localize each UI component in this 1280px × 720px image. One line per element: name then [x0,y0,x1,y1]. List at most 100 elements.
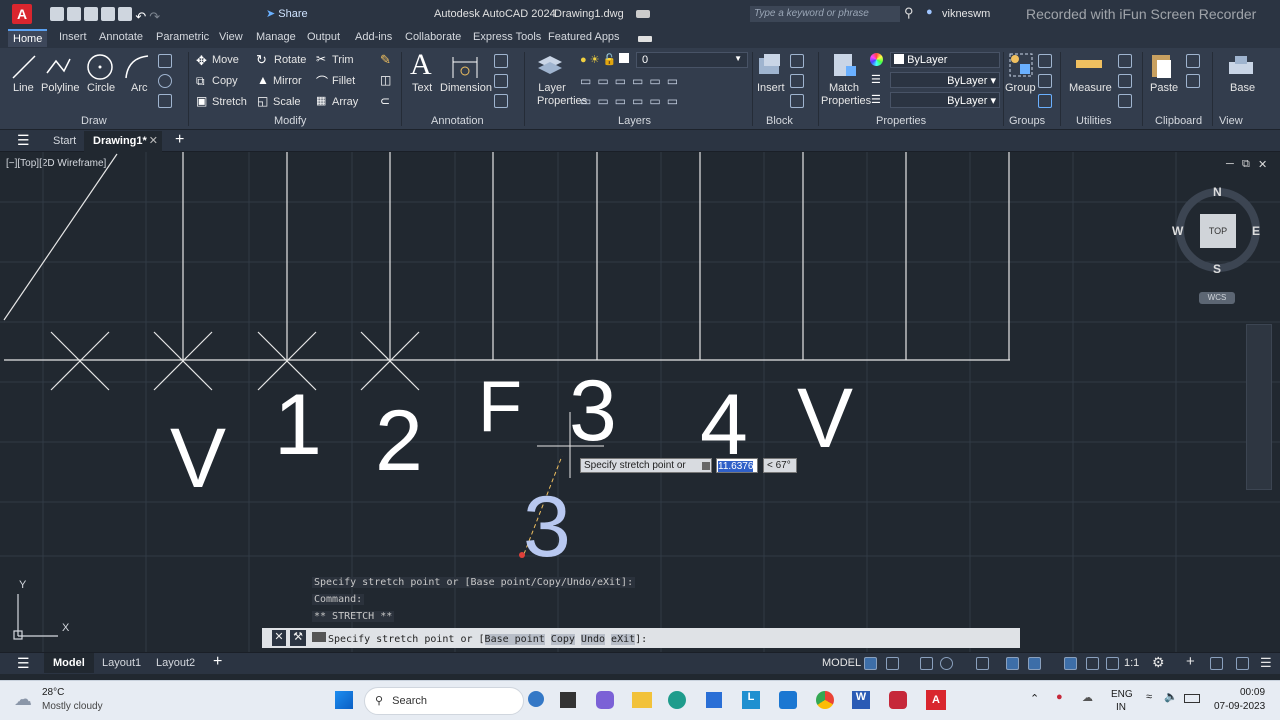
groups-panel-label[interactable]: Groups [1009,115,1045,127]
create-block-icon[interactable] [790,54,804,68]
option-base-point[interactable]: Base point [484,634,545,645]
circle-button[interactable]: Circle [87,82,115,94]
stretch-button[interactable]: Stretch [212,96,247,108]
workspace-gear-icon[interactable]: ⚙ [1152,654,1165,671]
word-icon[interactable]: W [852,691,870,709]
ortho-icon[interactable] [920,657,933,670]
cut-clip-icon[interactable] [1186,74,1200,88]
file-explorer-icon[interactable] [632,692,652,708]
redo-icon[interactable]: ↷ [149,9,160,24]
trim-button[interactable]: Trim [332,54,354,66]
tab-featured-apps[interactable]: Featured Apps [548,31,620,43]
edge-icon[interactable] [668,691,686,709]
plot-icon[interactable] [118,7,133,21]
linetype-dropdown[interactable]: ByLayer ▾ [890,72,1000,88]
tab-parametric[interactable]: Parametric [156,31,209,43]
layer-state-icons[interactable]: ● ☀ 🔓 [580,53,630,66]
navigation-bar[interactable] [1246,324,1272,490]
layer-dropdown[interactable]: 0 ▼ [636,52,748,68]
measure-button[interactable]: Measure [1069,82,1112,94]
paste-button[interactable]: Paste [1150,82,1178,94]
save-icon[interactable] [84,7,99,21]
grid-icon[interactable] [864,657,877,670]
color-dropdown[interactable]: ByLayer [890,52,1000,68]
volume-icon[interactable]: 🔈 [1164,690,1178,703]
recorder-icon[interactable] [889,691,907,709]
annotation-scale-dropdown[interactable]: 1:1 [1124,657,1139,669]
tab-home[interactable]: Home [8,29,48,47]
explode-icon[interactable]: ◫ [380,73,391,87]
edit-block-icon[interactable] [790,74,804,88]
group-select-icon[interactable] [1038,94,1052,108]
annotation-scale-icon[interactable] [1106,657,1119,670]
layer-properties-button[interactable]: Layer Properties [537,82,587,108]
weather-icon[interactable]: ☁ [14,689,32,710]
block-panel-label[interactable]: Block [766,115,793,127]
tab-layout1[interactable]: Layout1 [102,657,141,669]
user-name[interactable]: vikneswm [942,8,990,20]
open-icon[interactable] [67,7,82,21]
taskbar-search[interactable]: ⚲ Search [364,687,524,715]
start-icon[interactable] [335,691,353,709]
command-input[interactable]: Specify stretch point or [Base point Cop… [310,629,1016,647]
store-icon[interactable] [706,692,722,708]
user-icon[interactable]: ● [926,6,933,18]
line-icon[interactable] [10,53,38,81]
command-close-icon[interactable]: ✕ [272,630,286,646]
leader2-icon[interactable] [494,74,508,88]
search-icon[interactable]: ⚲ [904,5,914,21]
layout-menu-icon[interactable]: ☰ [17,655,30,672]
new-tab-icon[interactable]: + [175,131,184,149]
quick-calc-icon[interactable] [1118,54,1132,68]
tab-model[interactable]: Model [44,653,94,673]
hatch-icon[interactable] [158,74,172,88]
isolate-objects-icon[interactable] [1210,657,1223,670]
tray-chevron-icon[interactable]: ⌃ [1030,692,1039,705]
tab-output[interactable]: Output [307,31,340,43]
command-customize-icon[interactable]: ⚒ [290,630,306,646]
undo-icon[interactable]: ↶ [135,9,146,24]
lineweight-dropdown[interactable]: ByLayer ▾ [890,92,1000,108]
chat-icon[interactable] [596,691,614,709]
distance-input[interactable]: 11.6376 [716,458,758,473]
group-edit-icon[interactable] [1038,74,1052,88]
modify-panel-label[interactable]: Modify [274,115,306,127]
tab-insert[interactable]: Insert [59,31,87,43]
region-icon[interactable] [158,94,172,108]
angle-input[interactable]: < 67° [763,458,797,473]
clock-time[interactable]: 00:09 [1240,687,1265,698]
base-button[interactable]: Base [1230,82,1255,94]
tab-add-ins[interactable]: Add-ins [355,31,392,43]
polar-icon[interactable] [940,657,953,670]
viewport-minimize-icon[interactable]: ─ [1226,158,1234,170]
text-button[interactable]: Text [412,82,432,94]
table-icon[interactable] [494,94,508,108]
weather-temp[interactable]: 28°C [42,687,64,698]
circle-icon[interactable] [85,52,115,82]
list-icon[interactable] [1118,94,1132,108]
group-button[interactable]: Group [1005,82,1036,94]
tab-collaborate[interactable]: Collaborate [405,31,461,43]
task-view-icon[interactable] [560,692,576,708]
wcs-menu[interactable]: WCS [1199,292,1235,304]
autocad-taskbar-icon[interactable]: A [926,690,946,710]
saveas-icon[interactable] [101,7,116,21]
wifi-icon[interactable]: ≈ [1146,691,1152,703]
app-blue-icon[interactable] [779,691,797,709]
compass-east[interactable]: E [1252,224,1260,238]
line-button[interactable]: Line [13,82,34,94]
compass-west[interactable]: W [1172,224,1183,238]
properties-panel-label[interactable]: Properties [876,115,926,127]
compass-north[interactable]: N [1213,185,1222,199]
drawing-canvas[interactable] [0,152,1280,652]
menu-icon[interactable]: ☰ [17,132,30,149]
erase-icon[interactable]: ✎ [380,52,391,68]
tray-app-icon[interactable]: ● [1056,691,1063,703]
match-properties-button[interactable]: Match Properties [821,82,871,108]
layer-tools-row1[interactable]: ▭▭▭▭▭▭ [580,74,684,88]
tab-drawing1[interactable]: Drawing1* ✕ [84,131,162,152]
layers-panel-label[interactable]: Layers [618,115,651,127]
chrome-icon[interactable] [816,691,834,709]
ribbon-minimize-icon[interactable] [638,36,652,42]
ungroup-icon[interactable] [1038,54,1052,68]
